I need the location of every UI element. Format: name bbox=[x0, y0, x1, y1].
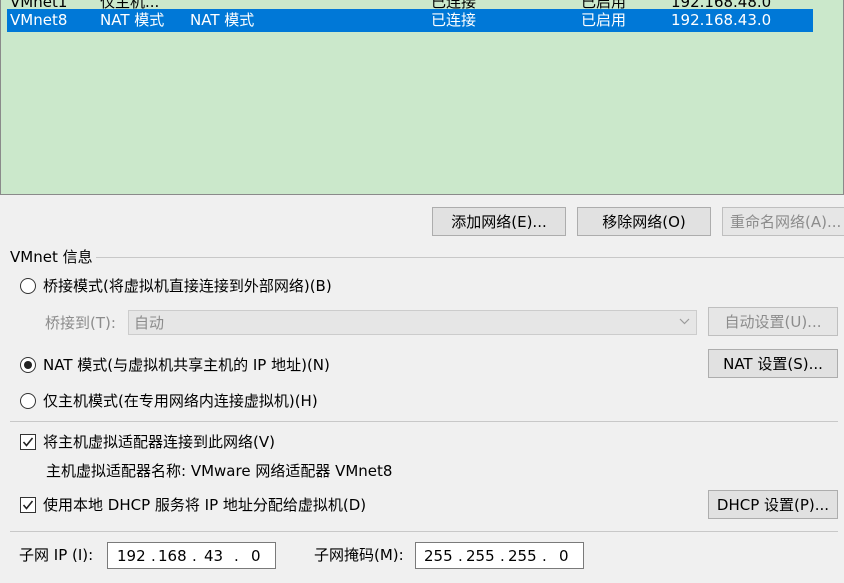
octet-separator: . bbox=[192, 547, 197, 565]
subnet-ip-label: 子网 IP (I): bbox=[19, 546, 94, 564]
subnet-ip-octet[interactable]: 192 bbox=[117, 546, 146, 566]
network-subnet: 192.168.43.0 bbox=[671, 11, 772, 29]
subnet-ip-octet[interactable]: 0 bbox=[251, 546, 261, 566]
checkmark-icon bbox=[22, 437, 34, 447]
subnet-ip-octet[interactable]: 168 bbox=[158, 546, 187, 566]
section-divider bbox=[10, 421, 838, 422]
vmnet-info-title: VMnet 信息 bbox=[10, 248, 93, 266]
rename-network-button[interactable]: 重命名网络(A)... bbox=[722, 207, 844, 236]
network-host-connection: 已连接 bbox=[431, 11, 477, 29]
subnet-mask-label: 子网掩码(M): bbox=[314, 546, 404, 564]
nat-settings-button[interactable]: NAT 设置(S)... bbox=[708, 349, 838, 378]
bridged-mode-radio[interactable] bbox=[20, 278, 36, 294]
network-row-vmnet8[interactable]: VMnet8 NAT 模式 NAT 模式 已连接 已启用 192.168.43.… bbox=[7, 9, 813, 32]
dhcp-settings-button[interactable]: DHCP 设置(P)... bbox=[708, 490, 838, 519]
host-adapter-name: 主机虚拟适配器名称: VMware 网络适配器 VMnet8 bbox=[46, 462, 393, 480]
octet-separator: . bbox=[500, 547, 505, 565]
bridged-to-select[interactable]: 自动 bbox=[128, 310, 697, 335]
use-dhcp-checkbox[interactable] bbox=[20, 497, 36, 513]
octet-separator: . bbox=[151, 547, 156, 565]
bridged-to-label: 桥接到(T): bbox=[45, 314, 116, 332]
octet-separator: . bbox=[458, 547, 463, 565]
subnet-mask-octet[interactable]: 0 bbox=[559, 546, 569, 566]
chevron-down-icon bbox=[679, 318, 690, 325]
add-network-button[interactable]: 添加网络(E)... bbox=[432, 207, 566, 236]
network-list[interactable]: VMnet1 仅主机... 已连接 已启用 192.168.48.0 VMnet… bbox=[0, 0, 844, 195]
network-dhcp: 已启用 bbox=[581, 11, 627, 29]
checkmark-icon bbox=[22, 500, 34, 510]
subnet-mask-octet[interactable]: 255 bbox=[424, 546, 453, 566]
nat-mode-label[interactable]: NAT 模式(与虚拟机共享主机的 IP 地址)(N) bbox=[43, 355, 330, 375]
subnet-mask-input[interactable]: 255 . 255 . 255 . 0 bbox=[415, 542, 584, 569]
network-external: NAT 模式 bbox=[190, 11, 255, 29]
host-only-mode-label[interactable]: 仅主机模式(在专用网络内连接虚拟机)(H) bbox=[43, 391, 318, 411]
nat-mode-radio[interactable] bbox=[20, 357, 36, 373]
bridged-to-value: 自动 bbox=[134, 314, 165, 332]
group-divider bbox=[96, 257, 844, 258]
bridged-mode-label[interactable]: 桥接模式(将虚拟机直接连接到外部网络)(B) bbox=[43, 276, 332, 296]
connect-host-adapter-label[interactable]: 将主机虚拟适配器连接到此网络(V) bbox=[43, 432, 275, 452]
subnet-ip-octet[interactable]: 43 bbox=[204, 546, 223, 566]
connect-host-adapter-checkbox[interactable] bbox=[20, 434, 36, 450]
subnet-mask-octet[interactable]: 255 bbox=[508, 546, 537, 566]
auto-settings-button[interactable]: 自动设置(U)... bbox=[708, 307, 838, 336]
remove-network-button[interactable]: 移除网络(O) bbox=[577, 207, 711, 236]
network-name: VMnet8 bbox=[10, 11, 68, 29]
subnet-mask-octet[interactable]: 255 bbox=[466, 546, 495, 566]
section-divider bbox=[10, 531, 838, 532]
octet-separator: . bbox=[542, 547, 547, 565]
subnet-ip-input[interactable]: 192 . 168 . 43 . 0 bbox=[107, 542, 276, 569]
network-type: NAT 模式 bbox=[100, 11, 165, 29]
host-only-mode-radio[interactable] bbox=[20, 393, 36, 409]
use-dhcp-label[interactable]: 使用本地 DHCP 服务将 IP 地址分配给虚拟机(D) bbox=[43, 495, 366, 515]
octet-separator: . bbox=[234, 547, 239, 565]
